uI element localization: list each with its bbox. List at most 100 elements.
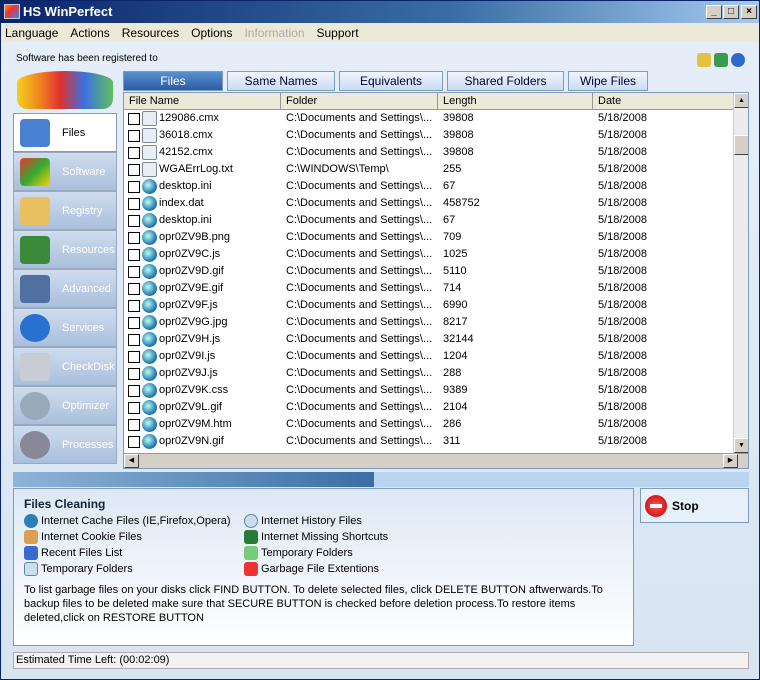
length: 1204	[443, 350, 468, 362]
tab-files[interactable]: Files	[123, 71, 223, 91]
row-checkbox[interactable]	[128, 350, 140, 363]
row-checkbox[interactable]	[128, 418, 140, 431]
maximize-button[interactable]: □	[723, 5, 739, 19]
folder: C:\Documents and Settings\...	[286, 316, 433, 328]
tab-same-names[interactable]: Same Names	[227, 71, 335, 91]
row-checkbox[interactable]	[128, 265, 140, 278]
row-checkbox[interactable]	[128, 231, 140, 244]
minimize-button[interactable]: _	[706, 5, 722, 19]
menu-actions[interactable]: Actions	[70, 26, 109, 40]
row-checkbox[interactable]	[128, 112, 140, 125]
row-checkbox[interactable]	[128, 214, 140, 227]
table-row[interactable]: opr0ZV9L.gif C:\Documents and Settings\..…	[124, 399, 748, 416]
sidebar-item-files[interactable]: Files	[13, 113, 117, 152]
table-row[interactable]: opr0ZV9I.js C:\Documents and Settings\...…	[124, 348, 748, 365]
delete-x-icon	[244, 562, 258, 576]
row-checkbox[interactable]	[128, 163, 140, 176]
globe-icon	[24, 514, 38, 528]
sidebar-item-resources[interactable]: Resources	[13, 230, 117, 269]
row-checkbox[interactable]	[128, 333, 140, 346]
length: 6990	[443, 299, 468, 311]
column-header-folder[interactable]: Folder	[281, 93, 438, 109]
scroll-up-button[interactable]: ▲	[734, 93, 748, 108]
sidebar-item-advanced[interactable]: Advanced	[13, 269, 117, 308]
column-header-length[interactable]: Length	[438, 93, 593, 109]
globe-icon	[142, 179, 157, 194]
table-row[interactable]: opr0ZV9M.htm C:\Documents and Settings\..…	[124, 416, 748, 433]
tab-shared-folders[interactable]: Shared Folders	[447, 71, 564, 91]
file-name: opr0ZV9M.htm	[159, 418, 232, 430]
table-row[interactable]: WGAErrLog.txt C:\WINDOWS\Temp\ 255 5/18/200…	[124, 161, 748, 178]
globe-icon	[142, 213, 157, 228]
row-checkbox[interactable]	[128, 384, 140, 397]
menu-language[interactable]: Language	[5, 26, 58, 40]
table-row[interactable]: 129086.cmx C:\Documents and Settings\... 3…	[124, 110, 748, 127]
row-checkbox[interactable]	[128, 435, 140, 448]
table-row[interactable]: opr0ZV9E.gif C:\Documents and Settings\..…	[124, 280, 748, 297]
sidebar-item-services[interactable]: Services	[13, 308, 117, 347]
file-icon	[142, 111, 157, 126]
scroll-left-button[interactable]: ◀	[124, 454, 139, 468]
gear-icon	[20, 313, 50, 342]
table-row[interactable]: desktop.ini C:\Documents and Settings\...…	[124, 178, 748, 195]
menu-options[interactable]: Options	[191, 26, 232, 40]
table-row[interactable]: opr0ZV9D.gif C:\Documents and Settings\..…	[124, 263, 748, 280]
sidebar-item-optimizer[interactable]: Optimizer	[13, 386, 117, 425]
row-checkbox[interactable]	[128, 401, 140, 414]
row-checkbox[interactable]	[128, 180, 140, 193]
length: 286	[443, 418, 462, 430]
sidebar-item-software[interactable]: Software	[13, 152, 117, 191]
info-icon[interactable]	[731, 53, 745, 67]
column-header-date[interactable]: Date	[593, 93, 735, 109]
info-panel: Files Cleaning Internet Cache Files (IE,…	[13, 488, 634, 646]
table-row[interactable]: 42152.cmx C:\Documents and Settings\... 39…	[124, 144, 748, 161]
menu-resources[interactable]: Resources	[122, 26, 179, 40]
table-row[interactable]: opr0ZV9N.gif C:\Documents and Settings\..…	[124, 433, 748, 450]
row-checkbox[interactable]	[128, 146, 140, 159]
row-checkbox[interactable]	[128, 282, 140, 295]
length: 39808	[443, 112, 474, 124]
folder: C:\Documents and Settings\...	[286, 146, 433, 158]
row-checkbox[interactable]	[128, 299, 140, 312]
close-button[interactable]: ×	[741, 5, 757, 19]
tab-wipe-files[interactable]: Wipe Files	[568, 71, 648, 91]
stop-button[interactable]: Stop	[640, 488, 749, 523]
table-row[interactable]: desktop.ini C:\Documents and Settings\...…	[124, 212, 748, 229]
folder-icon	[244, 546, 258, 560]
row-checkbox[interactable]	[128, 316, 140, 329]
row-checkbox[interactable]	[128, 129, 140, 142]
table-row[interactable]: index.dat C:\Documents and Settings\... 45…	[124, 195, 748, 212]
scroll-thumb[interactable]	[734, 135, 748, 155]
sidebar-item-checkdisk[interactable]: CheckDisk	[13, 347, 117, 386]
sidebar-label: Services	[62, 321, 105, 334]
table-row[interactable]: opr0ZV9K.css C:\Documents and Settings\..…	[124, 382, 748, 399]
row-checkbox[interactable]	[128, 248, 140, 261]
table-row[interactable]: opr0ZV9J.js C:\Documents and Settings\...…	[124, 365, 748, 382]
table-row[interactable]: opr0ZV9B.png C:\Documents and Settings\..…	[124, 229, 748, 246]
panel-item: Temporary Folders	[41, 563, 133, 575]
lock-icon[interactable]	[697, 53, 711, 67]
scroll-right-button[interactable]: ▶	[723, 454, 738, 468]
row-checkbox[interactable]	[128, 197, 140, 210]
horizontal-scrollbar[interactable]: ◀ ▶	[124, 453, 748, 468]
tab-equivalents[interactable]: Equivalents	[339, 71, 443, 91]
table-row[interactable]: opr0ZV9C.js C:\Documents and Settings\...…	[124, 246, 748, 263]
save-icon[interactable]	[714, 53, 728, 67]
table-row[interactable]: opr0ZV9G.jpg C:\Documents and Settings\..…	[124, 314, 748, 331]
folder: C:\Documents and Settings\...	[286, 299, 433, 311]
row-checkbox[interactable]	[128, 367, 140, 380]
menu-support[interactable]: Support	[317, 26, 359, 40]
date: 5/18/2008	[598, 214, 647, 226]
table-row[interactable]: 36018.cmx C:\Documents and Settings\... 39…	[124, 127, 748, 144]
scroll-down-button[interactable]: ▼	[734, 438, 748, 453]
date: 5/18/2008	[598, 282, 647, 294]
folder: C:\Documents and Settings\...	[286, 435, 433, 447]
table-row[interactable]: opr0ZV9H.js C:\Documents and Settings\...…	[124, 331, 748, 348]
column-header-file-name[interactable]: File Name	[124, 93, 281, 109]
file-name: opr0ZV9G.jpg	[159, 316, 228, 328]
sidebar-item-processes[interactable]: Processes	[13, 425, 117, 464]
sidebar-item-registry[interactable]: Registry	[13, 191, 117, 230]
table-row[interactable]: opr0ZV9F.js C:\Documents and Settings\...…	[124, 297, 748, 314]
date: 5/18/2008	[598, 333, 647, 345]
vertical-scrollbar[interactable]: ▲ ▼	[733, 93, 748, 453]
